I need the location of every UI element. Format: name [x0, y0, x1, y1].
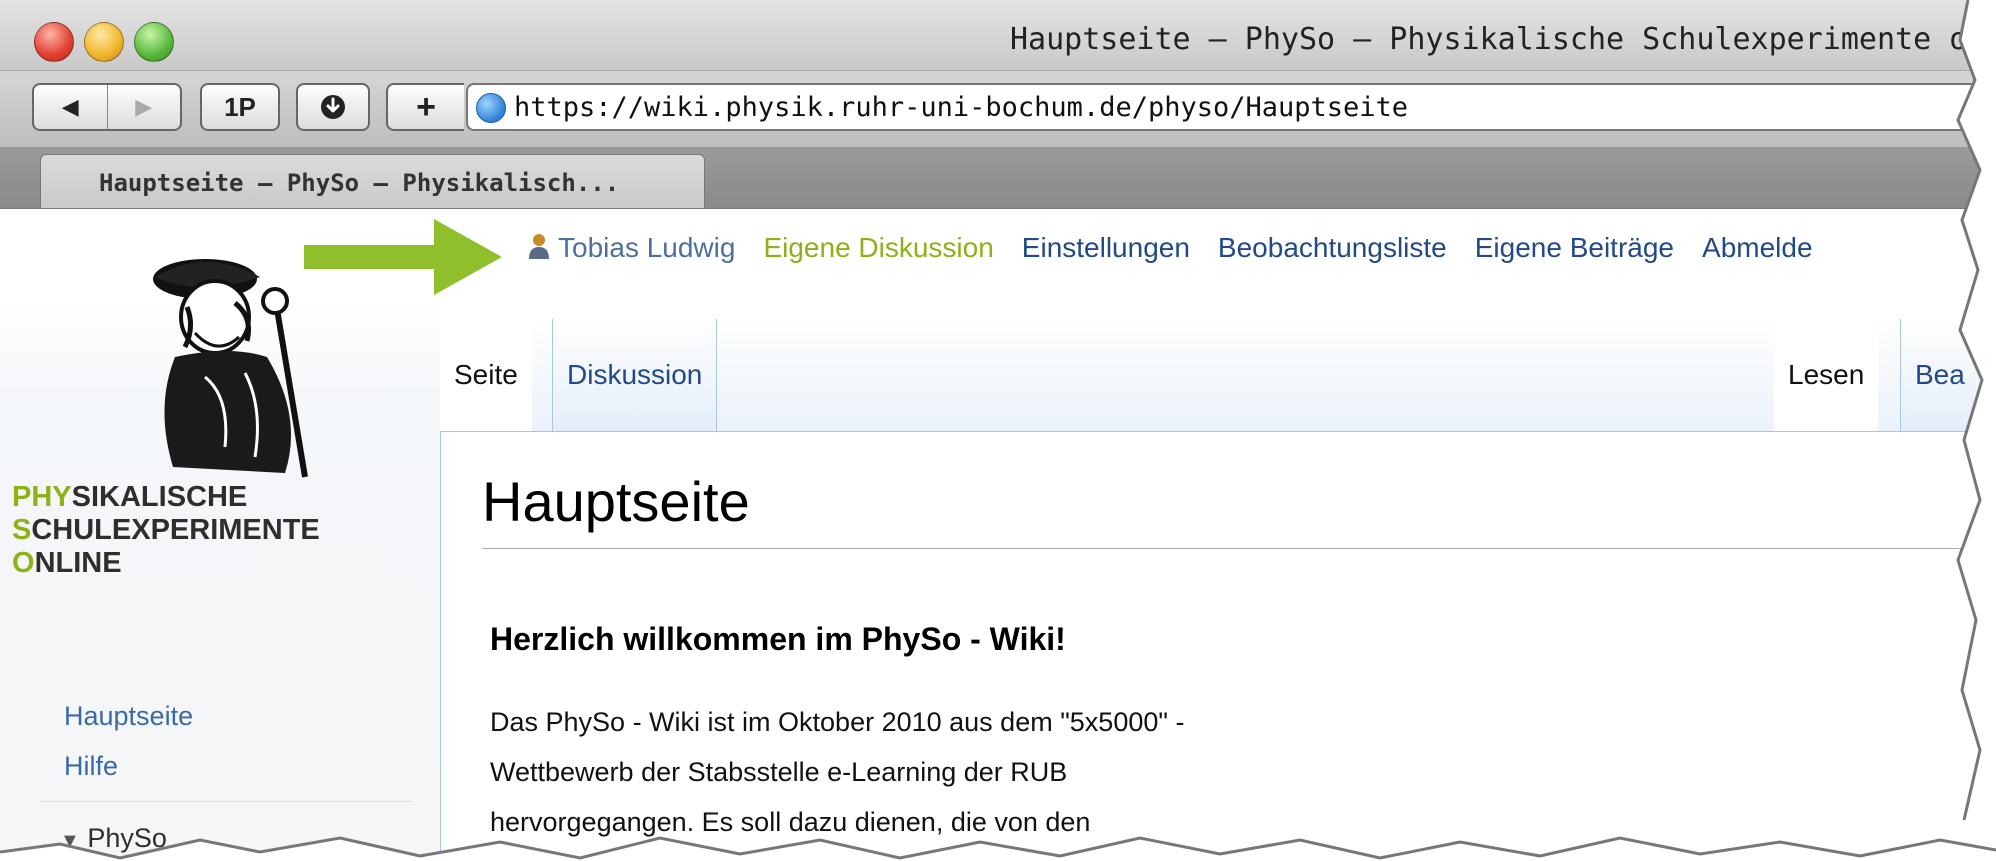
browser-tab-label: Hauptseite – PhySo – Physikalisch...: [99, 169, 620, 197]
sidebar-divider: [40, 801, 412, 802]
download-button[interactable]: [296, 83, 370, 131]
address-bar[interactable]: https://wiki.physik.ruhr-uni-bochum.de/p…: [466, 83, 1996, 131]
page-tabs: Seite Diskussion Lesen Bea: [440, 319, 1996, 432]
sidebar-item-hilfe[interactable]: Hilfe: [64, 751, 118, 782]
tab-seite[interactable]: Seite: [440, 319, 532, 431]
new-tab-button[interactable]: +: [386, 83, 464, 131]
minimize-window-button[interactable]: [84, 22, 124, 62]
title-divider: [482, 548, 1996, 549]
portlet-label: PhySo: [87, 823, 167, 853]
physo-logo: [153, 259, 308, 478]
tab-diskussion[interactable]: Diskussion: [552, 319, 718, 431]
page-title: Hauptseite: [482, 470, 750, 533]
brand-line2-rest: CHULEXPERIMENTE: [31, 514, 320, 546]
intro-paragraph: Das PhySo - Wiki ist im Oktober 2010 aus…: [490, 697, 1210, 847]
preferences-link[interactable]: Einstellungen: [1022, 232, 1190, 263]
nav-button-group: ◀ ▶: [32, 83, 182, 131]
tab-bearbeiten[interactable]: Bea: [1900, 319, 1996, 431]
user-link[interactable]: Tobias Ludwig: [558, 232, 735, 263]
forward-button[interactable]: ▶: [106, 85, 181, 129]
intro-line: hervorgegangen. Es soll dazu dienen, die…: [490, 807, 1091, 837]
tab-lesen[interactable]: Lesen: [1774, 319, 1879, 431]
personal-tools: Tobias Ludwig Eigene Diskussion Einstellun…: [528, 231, 1813, 264]
watchlist-link[interactable]: Beobachtungsliste: [1218, 232, 1447, 263]
zoom-window-button[interactable]: [134, 22, 174, 62]
onepassword-button[interactable]: 1P: [200, 83, 280, 131]
tab-bar: Hauptseite – PhySo – Physikalisch...: [0, 148, 1996, 209]
user-icon: [529, 234, 549, 259]
brand-wordmark: PHYSIKALISCHE SCHULEXPERIMENTE ONLINE: [12, 481, 320, 580]
url-text: https://wiki.physik.ruhr-uni-bochum.de/p…: [514, 92, 1409, 123]
sidebar-item-hauptseite[interactable]: Hauptseite: [64, 701, 193, 732]
brand-line1-accent: PHY: [12, 481, 72, 513]
logout-link[interactable]: Abmelde: [1702, 232, 1813, 263]
brand-line2-accent: S: [12, 514, 32, 546]
window-title: Hauptseite – PhySo – Physikalische Schul…: [1010, 22, 1996, 57]
sidebar: PHYSIKALISCHE SCHULEXPERIMENTE ONLINE Ha…: [0, 209, 440, 861]
brand-line3-accent: O: [12, 547, 35, 579]
triangle-down-icon: ▼: [60, 830, 80, 852]
browser-toolbar: ◀ ▶ 1P + https://wiki.physik.ruhr-uni-bo…: [0, 71, 1996, 148]
intro-line: Das PhySo - Wiki ist im Oktober 2010 aus…: [490, 707, 1185, 737]
welcome-heading: Herzlich willkommen im PhySo - Wiki!: [490, 621, 1066, 657]
intro-line: Wettbewerb der Stabsstelle e-Learning de…: [490, 757, 1068, 787]
brand-line3-rest: NLINE: [34, 547, 122, 579]
globe-icon: [476, 93, 506, 123]
own-discussion-link[interactable]: Eigene Diskussion: [763, 232, 993, 263]
sidebar-portlet-physo[interactable]: ▼ PhySo: [60, 823, 167, 854]
wiki-page: PHYSIKALISCHE SCHULEXPERIMENTE ONLINE Ha…: [0, 209, 1996, 861]
browser-tab[interactable]: Hauptseite – PhySo – Physikalisch...: [40, 154, 705, 208]
download-icon: [321, 95, 345, 119]
title-bar: Hauptseite – PhySo – Physikalische Schul…: [0, 0, 1996, 71]
brand-line1-rest: SIKALISCHE: [71, 481, 248, 513]
back-button[interactable]: ◀: [34, 85, 107, 129]
green-arrow-annotation: [304, 219, 502, 295]
browser-window: Hauptseite – PhySo – Physikalische Schul…: [0, 0, 1996, 861]
close-window-button[interactable]: [34, 22, 74, 62]
contributions-link[interactable]: Eigene Beiträge: [1475, 232, 1674, 263]
